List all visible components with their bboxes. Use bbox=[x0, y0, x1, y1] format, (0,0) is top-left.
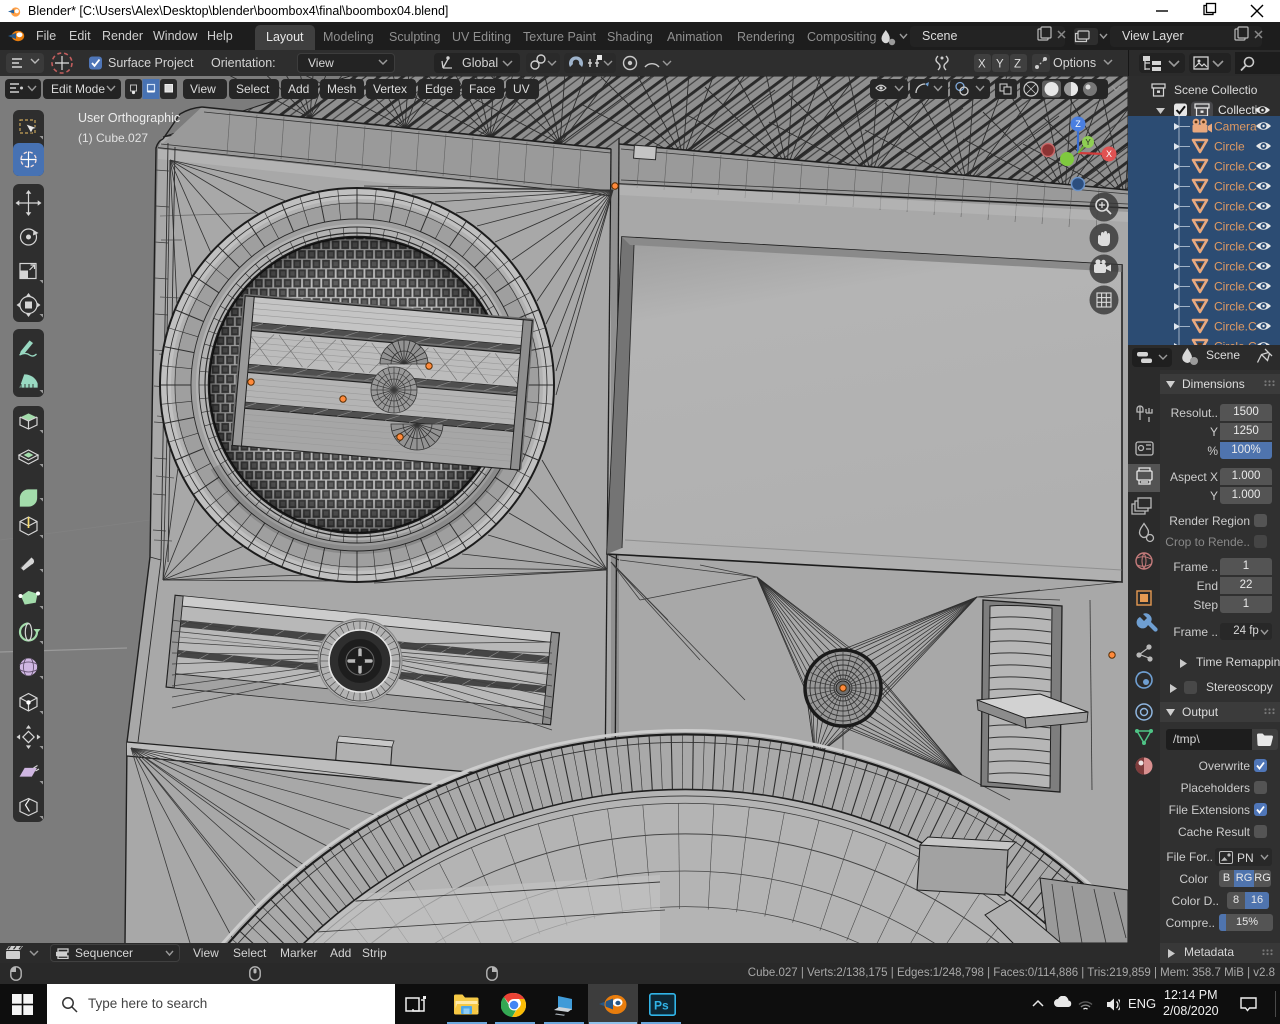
svg-text:Face: Face bbox=[469, 82, 496, 96]
svg-text:X: X bbox=[1106, 149, 1112, 159]
svg-text:Camera: Camera bbox=[1214, 120, 1257, 134]
svg-text:Edit Mode: Edit Mode bbox=[51, 82, 105, 96]
svg-text:Select: Select bbox=[236, 82, 270, 96]
svg-text:Circle.C: Circle.C bbox=[1214, 280, 1257, 294]
svg-text:Circle.C: Circle.C bbox=[1214, 200, 1257, 214]
svg-text:View: View bbox=[190, 82, 216, 96]
svg-text:UV: UV bbox=[513, 82, 530, 96]
svg-text:Vertex: Vertex bbox=[373, 82, 407, 96]
svg-text:Circle.C: Circle.C bbox=[1214, 160, 1257, 174]
svg-text:(1) Cube.027: (1) Cube.027 bbox=[78, 131, 148, 145]
svg-text:Ps: Ps bbox=[654, 999, 669, 1013]
svg-text:Circle.C: Circle.C bbox=[1214, 180, 1257, 194]
svg-text:Circle.C: Circle.C bbox=[1214, 320, 1257, 334]
svg-text:Circle.C: Circle.C bbox=[1214, 220, 1257, 234]
svg-text:Z: Z bbox=[1075, 119, 1081, 129]
svg-text:Circle: Circle bbox=[1214, 140, 1245, 154]
svg-text:Z: Z bbox=[1014, 59, 1021, 71]
svg-text:Circle.C: Circle.C bbox=[1214, 300, 1257, 314]
svg-text:User Orthographic: User Orthographic bbox=[78, 111, 180, 125]
svg-text:Mesh: Mesh bbox=[327, 82, 356, 96]
svg-text:Y: Y bbox=[1085, 138, 1091, 147]
svg-text:Circle.C: Circle.C bbox=[1214, 260, 1257, 274]
svg-text:Circle.C: Circle.C bbox=[1214, 240, 1257, 254]
svg-text:Edge: Edge bbox=[425, 82, 453, 96]
svg-text:Add: Add bbox=[288, 82, 309, 96]
svg-text:X: X bbox=[978, 59, 986, 71]
svg-text:Y: Y bbox=[996, 59, 1004, 71]
